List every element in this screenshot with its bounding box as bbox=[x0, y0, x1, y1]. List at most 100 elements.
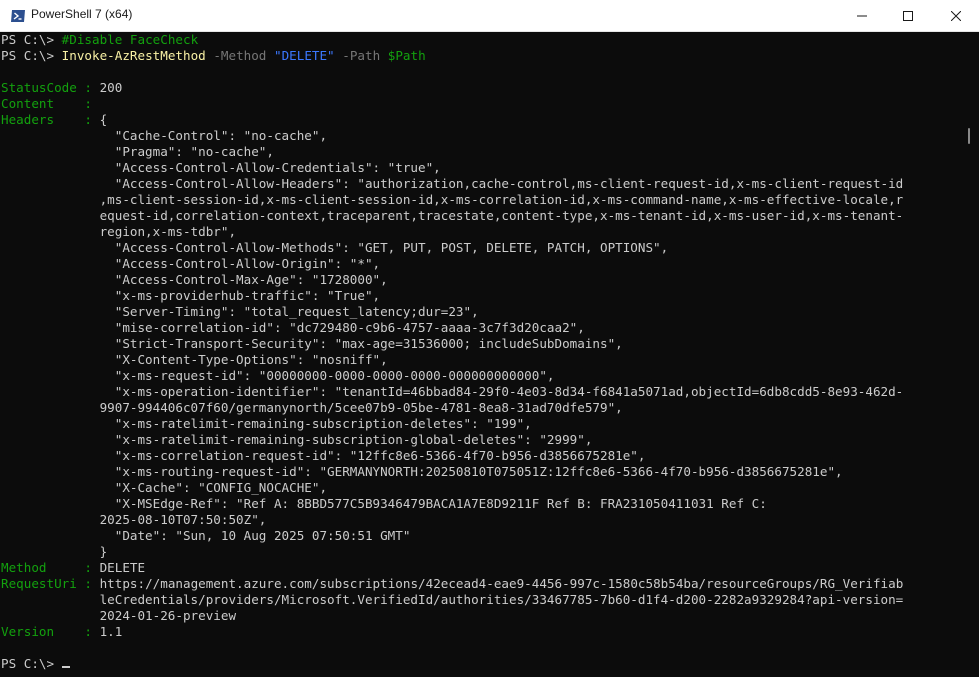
terminal-text: "Strict-Transport-Security": "max-age=31… bbox=[1, 336, 623, 351]
terminal-text: DELETE bbox=[99, 560, 146, 575]
terminal-text: "Cache-Control": "no-cache", bbox=[1, 128, 328, 143]
terminal-text: "x-ms-routing-request-id": "GERMANYNORTH… bbox=[1, 464, 843, 479]
terminal-line: "x-ms-ratelimit-remaining-subscription-d… bbox=[1, 416, 532, 432]
terminal-line: PS C:\> Invoke-AzRestMethod -Method "DEL… bbox=[1, 48, 426, 64]
terminal-text: "X-Cache": "CONFIG_NOCACHE", bbox=[1, 480, 328, 495]
terminal-line: "Date": "Sun, 10 Aug 2025 07:50:51 GMT" bbox=[1, 528, 411, 544]
terminal-text: RequestUri : bbox=[1, 576, 100, 591]
terminal-line: "x-ms-providerhub-traffic": "True", bbox=[1, 288, 380, 304]
terminal-line: PS C:\> bbox=[1, 656, 70, 672]
terminal-text: Headers : bbox=[1, 112, 100, 127]
terminal-text: "Access-Control-Allow-Credentials": "tru… bbox=[1, 160, 441, 175]
minimize-icon bbox=[857, 15, 867, 16]
terminal-text: "Access-Control-Allow-Headers": "authori… bbox=[1, 176, 904, 191]
terminal-text: "X-Content-Type-Options": "nosniff", bbox=[1, 352, 388, 367]
terminal-line: "Server-Timing": "total_request_latency;… bbox=[1, 304, 479, 320]
terminal-line: "Access-Control-Allow-Headers": "authori… bbox=[1, 176, 904, 192]
terminal-text: Invoke-AzRestMethod bbox=[61, 48, 206, 63]
title-bar[interactable]: PowerShell 7 (x64) bbox=[0, 0, 979, 32]
terminal-text: "x-ms-ratelimit-remaining-subscription-d… bbox=[1, 416, 532, 431]
powershell-window: PowerShell 7 (x64) PS C:\> #Disable Face… bbox=[0, 0, 979, 677]
terminal-line: } bbox=[1, 544, 108, 560]
terminal-text: PS C:\> bbox=[1, 656, 62, 671]
terminal-line: Method : DELETE bbox=[1, 560, 145, 576]
terminal-text: ,ms-client-session-id,x-ms-client-sessio… bbox=[1, 192, 904, 207]
terminal-text: "x-ms-request-id": "00000000-0000-0000-0… bbox=[1, 368, 555, 383]
terminal-line: "x-ms-operation-identifier": "tenantId=4… bbox=[1, 384, 904, 400]
terminal-text: 200 bbox=[99, 80, 123, 95]
terminal-text: 9907-994406c07f60/germanynorth/5cee07b9-… bbox=[1, 400, 623, 415]
terminal-text: "Date": "Sun, 10 Aug 2025 07:50:51 GMT" bbox=[1, 528, 411, 543]
terminal-text: "x-ms-operation-identifier": "tenantId=4… bbox=[1, 384, 904, 399]
terminal-text: -Method bbox=[205, 48, 274, 63]
terminal-line: Content : bbox=[1, 96, 100, 112]
terminal-line: ,ms-client-session-id,x-ms-client-sessio… bbox=[1, 192, 904, 208]
terminal-text: "Pragma": "no-cache", bbox=[1, 144, 274, 159]
terminal-line: equest-id,correlation-context,traceparen… bbox=[1, 208, 904, 224]
terminal-line: "Access-Control-Allow-Origin": "*", bbox=[1, 256, 380, 272]
terminal-text: "Access-Control-Max-Age": "1728000", bbox=[1, 272, 388, 287]
terminal-line: "X-Cache": "CONFIG_NOCACHE", bbox=[1, 480, 327, 496]
terminal-text: leCredentials/providers/Microsoft.Verifi… bbox=[1, 592, 904, 607]
terminal-text: 2024-01-26-preview bbox=[1, 608, 237, 623]
terminal-text: equest-id,correlation-context,traceparen… bbox=[1, 208, 904, 223]
terminal-text: "Access-Control-Allow-Methods": "GET, PU… bbox=[1, 240, 669, 255]
terminal-text: StatusCode : bbox=[1, 80, 100, 95]
terminal-text: "X-MSEdge-Ref": "Ref A: 8BBD577C5B934647… bbox=[1, 496, 767, 511]
terminal-text: 1.1 bbox=[99, 624, 123, 639]
window-title: PowerShell 7 (x64) bbox=[31, 7, 133, 21]
terminal-line: "Access-Control-Max-Age": "1728000", bbox=[1, 272, 388, 288]
terminal-text: $Path bbox=[387, 48, 426, 63]
terminal-line: PS C:\> #Disable FaceCheck bbox=[1, 32, 198, 48]
terminal-line: "x-ms-routing-request-id": "GERMANYNORTH… bbox=[1, 464, 843, 480]
terminal-text: #Disable FaceCheck bbox=[61, 32, 199, 47]
terminal-text: https://management.azure.com/subscriptio… bbox=[99, 576, 904, 591]
terminal-line: "Access-Control-Allow-Credentials": "tru… bbox=[1, 160, 441, 176]
terminal-text: "x-ms-correlation-request-id": "12ffc8e6… bbox=[1, 448, 646, 463]
terminal-text: "x-ms-ratelimit-remaining-subscription-g… bbox=[1, 432, 593, 447]
terminal-output[interactable]: PS C:\> #Disable FaceCheck PS C:\> Invoke… bbox=[0, 32, 966, 677]
terminal-text: PS C:\> bbox=[1, 48, 62, 63]
terminal-text: region,x-ms-tdbr", bbox=[1, 224, 237, 239]
scrollbar-thumb[interactable] bbox=[968, 128, 970, 144]
terminal-line: leCredentials/providers/Microsoft.Verifi… bbox=[1, 592, 904, 608]
terminal-text: Version : bbox=[1, 624, 100, 639]
terminal-text: "mise-correlation-id": "dc729480-c9b6-47… bbox=[1, 320, 585, 335]
terminal-text: "Server-Timing": "total_request_latency;… bbox=[1, 304, 479, 319]
terminal-line: "x-ms-request-id": "00000000-0000-0000-0… bbox=[1, 368, 555, 384]
terminal-text: Method : bbox=[1, 560, 100, 575]
minimize-button[interactable] bbox=[839, 0, 885, 31]
terminal-line: "Strict-Transport-Security": "max-age=31… bbox=[1, 336, 623, 352]
terminal-text: } bbox=[1, 544, 108, 559]
terminal-line: 9907-994406c07f60/germanynorth/5cee07b9-… bbox=[1, 400, 623, 416]
terminal-line: Version : 1.1 bbox=[1, 624, 122, 640]
maximize-button[interactable] bbox=[885, 0, 931, 31]
powershell-icon bbox=[10, 8, 26, 22]
close-icon bbox=[951, 10, 961, 21]
terminal-line: 2024-01-26-preview bbox=[1, 608, 236, 624]
terminal-text: "DELETE" bbox=[273, 48, 335, 63]
close-button[interactable] bbox=[933, 0, 979, 31]
terminal-line: "mise-correlation-id": "dc729480-c9b6-47… bbox=[1, 320, 585, 336]
terminal-line: "Access-Control-Allow-Methods": "GET, PU… bbox=[1, 240, 669, 256]
terminal-line: "Pragma": "no-cache", bbox=[1, 144, 274, 160]
terminal-text: PS C:\> bbox=[1, 32, 62, 47]
terminal-line: "x-ms-correlation-request-id": "12ffc8e6… bbox=[1, 448, 646, 464]
terminal-line: RequestUri : https://management.azure.co… bbox=[1, 576, 903, 592]
terminal-text: -Path bbox=[334, 48, 388, 63]
terminal-text: 2025-08-10T07:50:50Z", bbox=[1, 512, 267, 527]
terminal-line: "Cache-Control": "no-cache", bbox=[1, 128, 327, 144]
terminal-text: Content : bbox=[1, 96, 100, 111]
terminal-line: "x-ms-ratelimit-remaining-subscription-g… bbox=[1, 432, 593, 448]
maximize-icon bbox=[903, 10, 913, 21]
terminal-line: region,x-ms-tdbr", bbox=[1, 224, 236, 240]
terminal-text: { bbox=[99, 112, 108, 127]
terminal-text: "x-ms-providerhub-traffic": "True", bbox=[1, 288, 381, 303]
terminal-text: "Access-Control-Allow-Origin": "*", bbox=[1, 256, 381, 271]
terminal-line: 2025-08-10T07:50:50Z", bbox=[1, 512, 267, 528]
text-cursor bbox=[61, 666, 70, 668]
terminal-line: "X-Content-Type-Options": "nosniff", bbox=[1, 352, 388, 368]
terminal-line: "X-MSEdge-Ref": "Ref A: 8BBD577C5B934647… bbox=[1, 496, 767, 512]
terminal-line: Headers : { bbox=[1, 112, 107, 128]
terminal-line: StatusCode : 200 bbox=[1, 80, 122, 96]
